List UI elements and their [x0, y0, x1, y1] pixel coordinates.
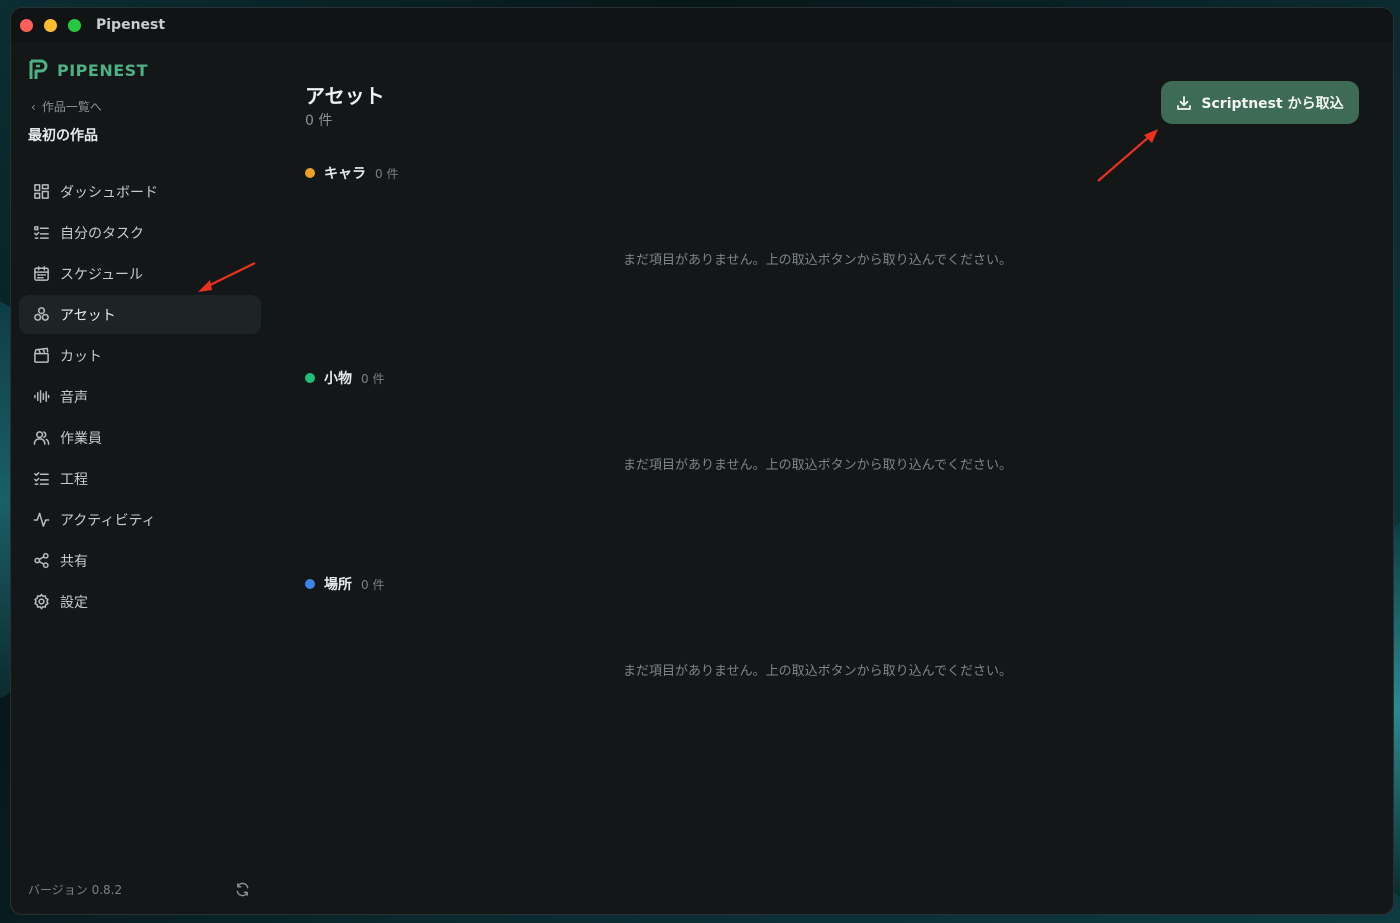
- refresh-icon: [236, 882, 249, 897]
- sidebar-item-label: アクティビティ: [60, 512, 156, 529]
- sidebar-item-settings[interactable]: 設定: [19, 582, 261, 621]
- sidebar-item-activity[interactable]: アクティビティ: [19, 500, 261, 539]
- sidebar-item-cuts[interactable]: カット: [19, 336, 261, 375]
- task-list-icon: [32, 224, 50, 242]
- calendar-icon: [32, 265, 50, 283]
- sidebar-item-label: カット: [60, 348, 102, 365]
- sidebar: PIPENEST ‹ 作品一覧へ 最初の作品 ダッシュボード 自分のタスク スケ…: [11, 42, 269, 914]
- activity-icon: [32, 511, 50, 529]
- checklist-icon: [32, 470, 50, 488]
- section-props: 小物 0 件 まだ項目がありません。上の取込ボタンから取り込んでください。: [305, 368, 1355, 473]
- sidebar-item-label: 工程: [60, 471, 88, 488]
- zoom-window-button[interactable]: [68, 18, 81, 32]
- pipenest-logo-icon: [29, 59, 48, 79]
- sidebar-item-processes[interactable]: 工程: [19, 459, 261, 498]
- sidebar-item-label: 設定: [60, 594, 88, 611]
- dashboard-icon: [32, 183, 50, 201]
- sidebar-item-label: 自分のタスク: [60, 225, 144, 242]
- sidebar-item-assets[interactable]: アセット: [19, 295, 261, 334]
- title-bar: Pipenest: [11, 8, 1393, 42]
- section-name: 小物: [324, 371, 352, 387]
- sidebar-item-workers[interactable]: 作業員: [19, 418, 261, 457]
- sidebar-item-label: 音声: [60, 389, 88, 406]
- users-icon: [32, 429, 50, 447]
- empty-state-message: まだ項目がありません。上の取込ボタンから取り込んでください。: [623, 253, 1012, 268]
- section-count: 0 件: [361, 577, 385, 592]
- main-content: アセット 0 件 Scriptnest から取込 キャラ 0 件 まだ項目があり…: [269, 42, 1393, 914]
- section-name: キャラ: [324, 166, 366, 182]
- assets-icon: [32, 306, 50, 324]
- back-link-label: 作品一覧へ: [41, 100, 102, 114]
- sidebar-item-my-tasks[interactable]: 自分のタスク: [19, 213, 261, 252]
- download-icon: [1177, 95, 1192, 110]
- page-count: 0 件: [305, 113, 333, 129]
- sidebar-item-share[interactable]: 共有: [19, 541, 261, 580]
- sidebar-nav: ダッシュボード 自分のタスク スケジュール アセット カット 音声 作業員 工程…: [19, 172, 261, 623]
- gear-icon: [32, 593, 50, 611]
- sidebar-item-label: アセット: [60, 307, 116, 324]
- import-from-scriptnest-button[interactable]: Scriptnest から取込: [1161, 81, 1359, 124]
- section-count: 0 件: [361, 371, 385, 386]
- section-color-dot: [305, 168, 315, 178]
- sidebar-item-audio[interactable]: 音声: [19, 377, 261, 416]
- close-window-button[interactable]: [20, 18, 33, 32]
- sidebar-item-label: 共有: [60, 553, 88, 570]
- minimize-window-button[interactable]: [44, 18, 57, 32]
- section-characters: キャラ 0 件 まだ項目がありません。上の取込ボタンから取り込んでください。: [305, 163, 1355, 268]
- section-header: 場所 0 件: [305, 574, 1355, 594]
- sidebar-item-dashboard[interactable]: ダッシュボード: [19, 172, 261, 211]
- audio-waveform-icon: [32, 388, 50, 406]
- brand: PIPENEST: [28, 59, 148, 81]
- section-color-dot: [305, 579, 315, 589]
- project-name: 最初の作品: [28, 128, 98, 144]
- sidebar-item-label: ダッシュボード: [60, 184, 158, 201]
- section-color-dot: [305, 373, 315, 383]
- section-count: 0 件: [375, 166, 399, 181]
- page-title: アセット: [305, 84, 385, 108]
- empty-state-message: まだ項目がありません。上の取込ボタンから取り込んでください。: [623, 664, 1012, 679]
- chevron-left-icon: ‹: [31, 99, 36, 114]
- section-header: 小物 0 件: [305, 368, 1355, 388]
- back-to-projects-link[interactable]: ‹ 作品一覧へ: [31, 98, 102, 115]
- share-icon: [32, 552, 50, 570]
- sidebar-item-schedule[interactable]: スケジュール: [19, 254, 261, 293]
- window-title: Pipenest: [96, 17, 166, 33]
- section-locations: 場所 0 件 まだ項目がありません。上の取込ボタンから取り込んでください。: [305, 574, 1355, 679]
- brand-name: PIPENEST: [57, 60, 149, 80]
- section-header: キャラ 0 件: [305, 163, 1355, 183]
- version-label: バージョン 0.8.2: [28, 883, 123, 897]
- section-name: 場所: [324, 577, 352, 593]
- import-button-label: Scriptnest から取込: [1201, 95, 1344, 112]
- empty-state-message: まだ項目がありません。上の取込ボタンから取り込んでください。: [623, 458, 1012, 473]
- sidebar-item-label: スケジュール: [60, 266, 144, 283]
- refresh-button[interactable]: [235, 882, 251, 898]
- app-window: Pipenest PIPENEST ‹ 作品一覧へ 最初の作品 ダッシュボード …: [10, 7, 1394, 915]
- sidebar-item-label: 作業員: [60, 430, 102, 447]
- clapperboard-icon: [32, 347, 50, 365]
